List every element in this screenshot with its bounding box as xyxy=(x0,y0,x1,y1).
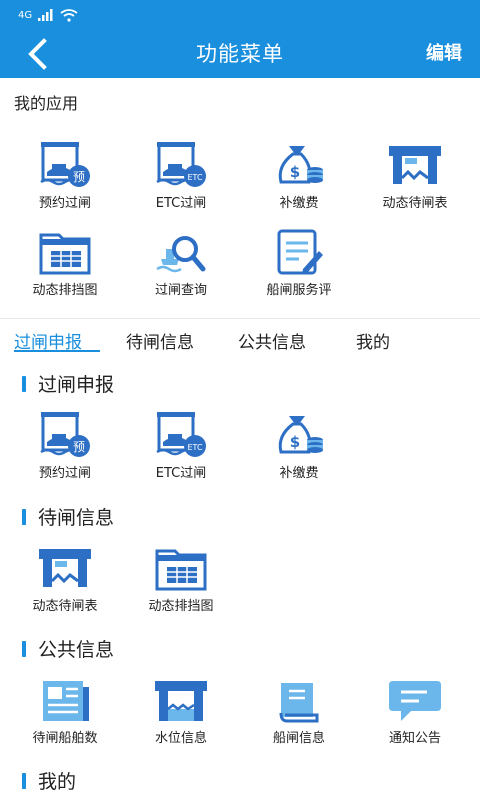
app-lock-query[interactable]: 过闸查询 xyxy=(122,229,240,298)
public-water-level[interactable]: 水位信息 xyxy=(122,677,240,746)
water-level-icon xyxy=(155,681,207,721)
waiting-dynamic-table[interactable]: 动态待闸表 xyxy=(6,545,124,614)
tab-waiting[interactable]: 待闸信息 xyxy=(126,328,194,353)
app-label: ETC过闸 xyxy=(155,196,207,211)
item-label: ETC过闸 xyxy=(155,466,207,481)
app-supplement-fee[interactable]: $ 补缴费 xyxy=(240,142,358,211)
category-title: 过闸申报 xyxy=(38,374,115,396)
svg-text:ETC: ETC xyxy=(187,173,202,182)
item-label: 预约过闸 xyxy=(38,466,91,481)
book-icon xyxy=(279,683,319,723)
tab-mine[interactable]: 我的 xyxy=(356,328,390,353)
item-label: 动态待闸表 xyxy=(32,599,98,614)
category-declare-heading: 过闸申报 xyxy=(22,370,114,397)
app-label: 动态待闸表 xyxy=(382,196,448,211)
etc-lock-icon: ETC xyxy=(156,412,206,457)
item-label: 补缴费 xyxy=(279,466,319,481)
tab-public[interactable]: 公共信息 xyxy=(238,328,306,353)
category-title: 我的 xyxy=(38,771,77,793)
money-bag-icon: $ xyxy=(278,146,323,184)
category-waiting-heading: 待闸信息 xyxy=(22,503,114,530)
heading-bar xyxy=(22,375,26,392)
app-label: 船闸服务评 xyxy=(266,283,332,298)
lock-gate-icon xyxy=(39,549,91,587)
ship-search-icon xyxy=(156,236,206,273)
category-title: 公共信息 xyxy=(38,639,115,661)
heading-bar xyxy=(22,640,26,657)
svg-text:预: 预 xyxy=(73,440,85,454)
public-waiting-ships[interactable]: 待闸船舶数 xyxy=(6,677,124,746)
lock-gate-icon xyxy=(389,146,441,184)
newspaper-icon xyxy=(43,681,89,721)
folder-table-icon xyxy=(39,233,91,275)
category-mine-heading: 我的 xyxy=(22,767,76,794)
reserve-lock-icon: 预 xyxy=(40,142,90,187)
item-label: 待闸船舶数 xyxy=(32,731,98,746)
section-divider xyxy=(0,318,480,319)
money-bag-icon: $ xyxy=(278,416,323,454)
app-etc-lock[interactable]: ETC ETC过闸 xyxy=(122,142,240,211)
declare-etc-lock[interactable]: ETC ETC过闸 xyxy=(122,412,240,481)
declare-reserve-lock[interactable]: 预 预约过闸 xyxy=(6,412,124,481)
public-notice[interactable]: 通知公告 xyxy=(356,677,474,746)
app-reserve-lock[interactable]: 预 预约过闸 xyxy=(6,142,124,211)
heading-bar xyxy=(22,508,26,525)
app-dynamic-schedule[interactable]: 动态排挡图 xyxy=(6,229,124,298)
active-tab-indicator xyxy=(14,350,100,352)
chat-bubble-icon xyxy=(389,681,441,721)
public-lock-info[interactable]: 船闸信息 xyxy=(240,677,358,746)
svg-text:ETC: ETC xyxy=(187,443,202,452)
item-label: 动态排挡图 xyxy=(148,599,214,614)
svg-text:$: $ xyxy=(290,433,300,451)
svg-text:预: 预 xyxy=(73,170,85,184)
reserve-lock-icon: 预 xyxy=(40,412,90,457)
item-label: 水位信息 xyxy=(154,731,207,746)
category-title: 待闸信息 xyxy=(38,507,115,529)
item-label: 船闸信息 xyxy=(272,731,325,746)
note-edit-icon xyxy=(277,229,323,275)
folder-table-icon xyxy=(155,549,207,591)
my-apps-grid: 预 预约过闸 ETC ETC过闸 $ 补缴费 动态待闸表 动态排挡图 过闸查询 … xyxy=(0,0,480,320)
app-lock-service-review[interactable]: 船闸服务评 xyxy=(240,229,358,298)
heading-bar xyxy=(22,772,26,789)
waiting-dynamic-schedule[interactable]: 动态排挡图 xyxy=(122,545,240,614)
category-public-heading: 公共信息 xyxy=(22,635,114,662)
app-label: 动态排挡图 xyxy=(32,283,98,298)
item-label: 通知公告 xyxy=(388,731,441,746)
declare-supplement-fee[interactable]: $ 补缴费 xyxy=(240,412,358,481)
svg-text:$: $ xyxy=(290,163,300,181)
app-label: 预约过闸 xyxy=(38,196,91,211)
app-dynamic-waiting-table[interactable]: 动态待闸表 xyxy=(356,142,474,211)
etc-lock-icon: ETC xyxy=(156,142,206,187)
app-label: 补缴费 xyxy=(279,196,319,211)
app-label: 过闸查询 xyxy=(154,283,207,298)
